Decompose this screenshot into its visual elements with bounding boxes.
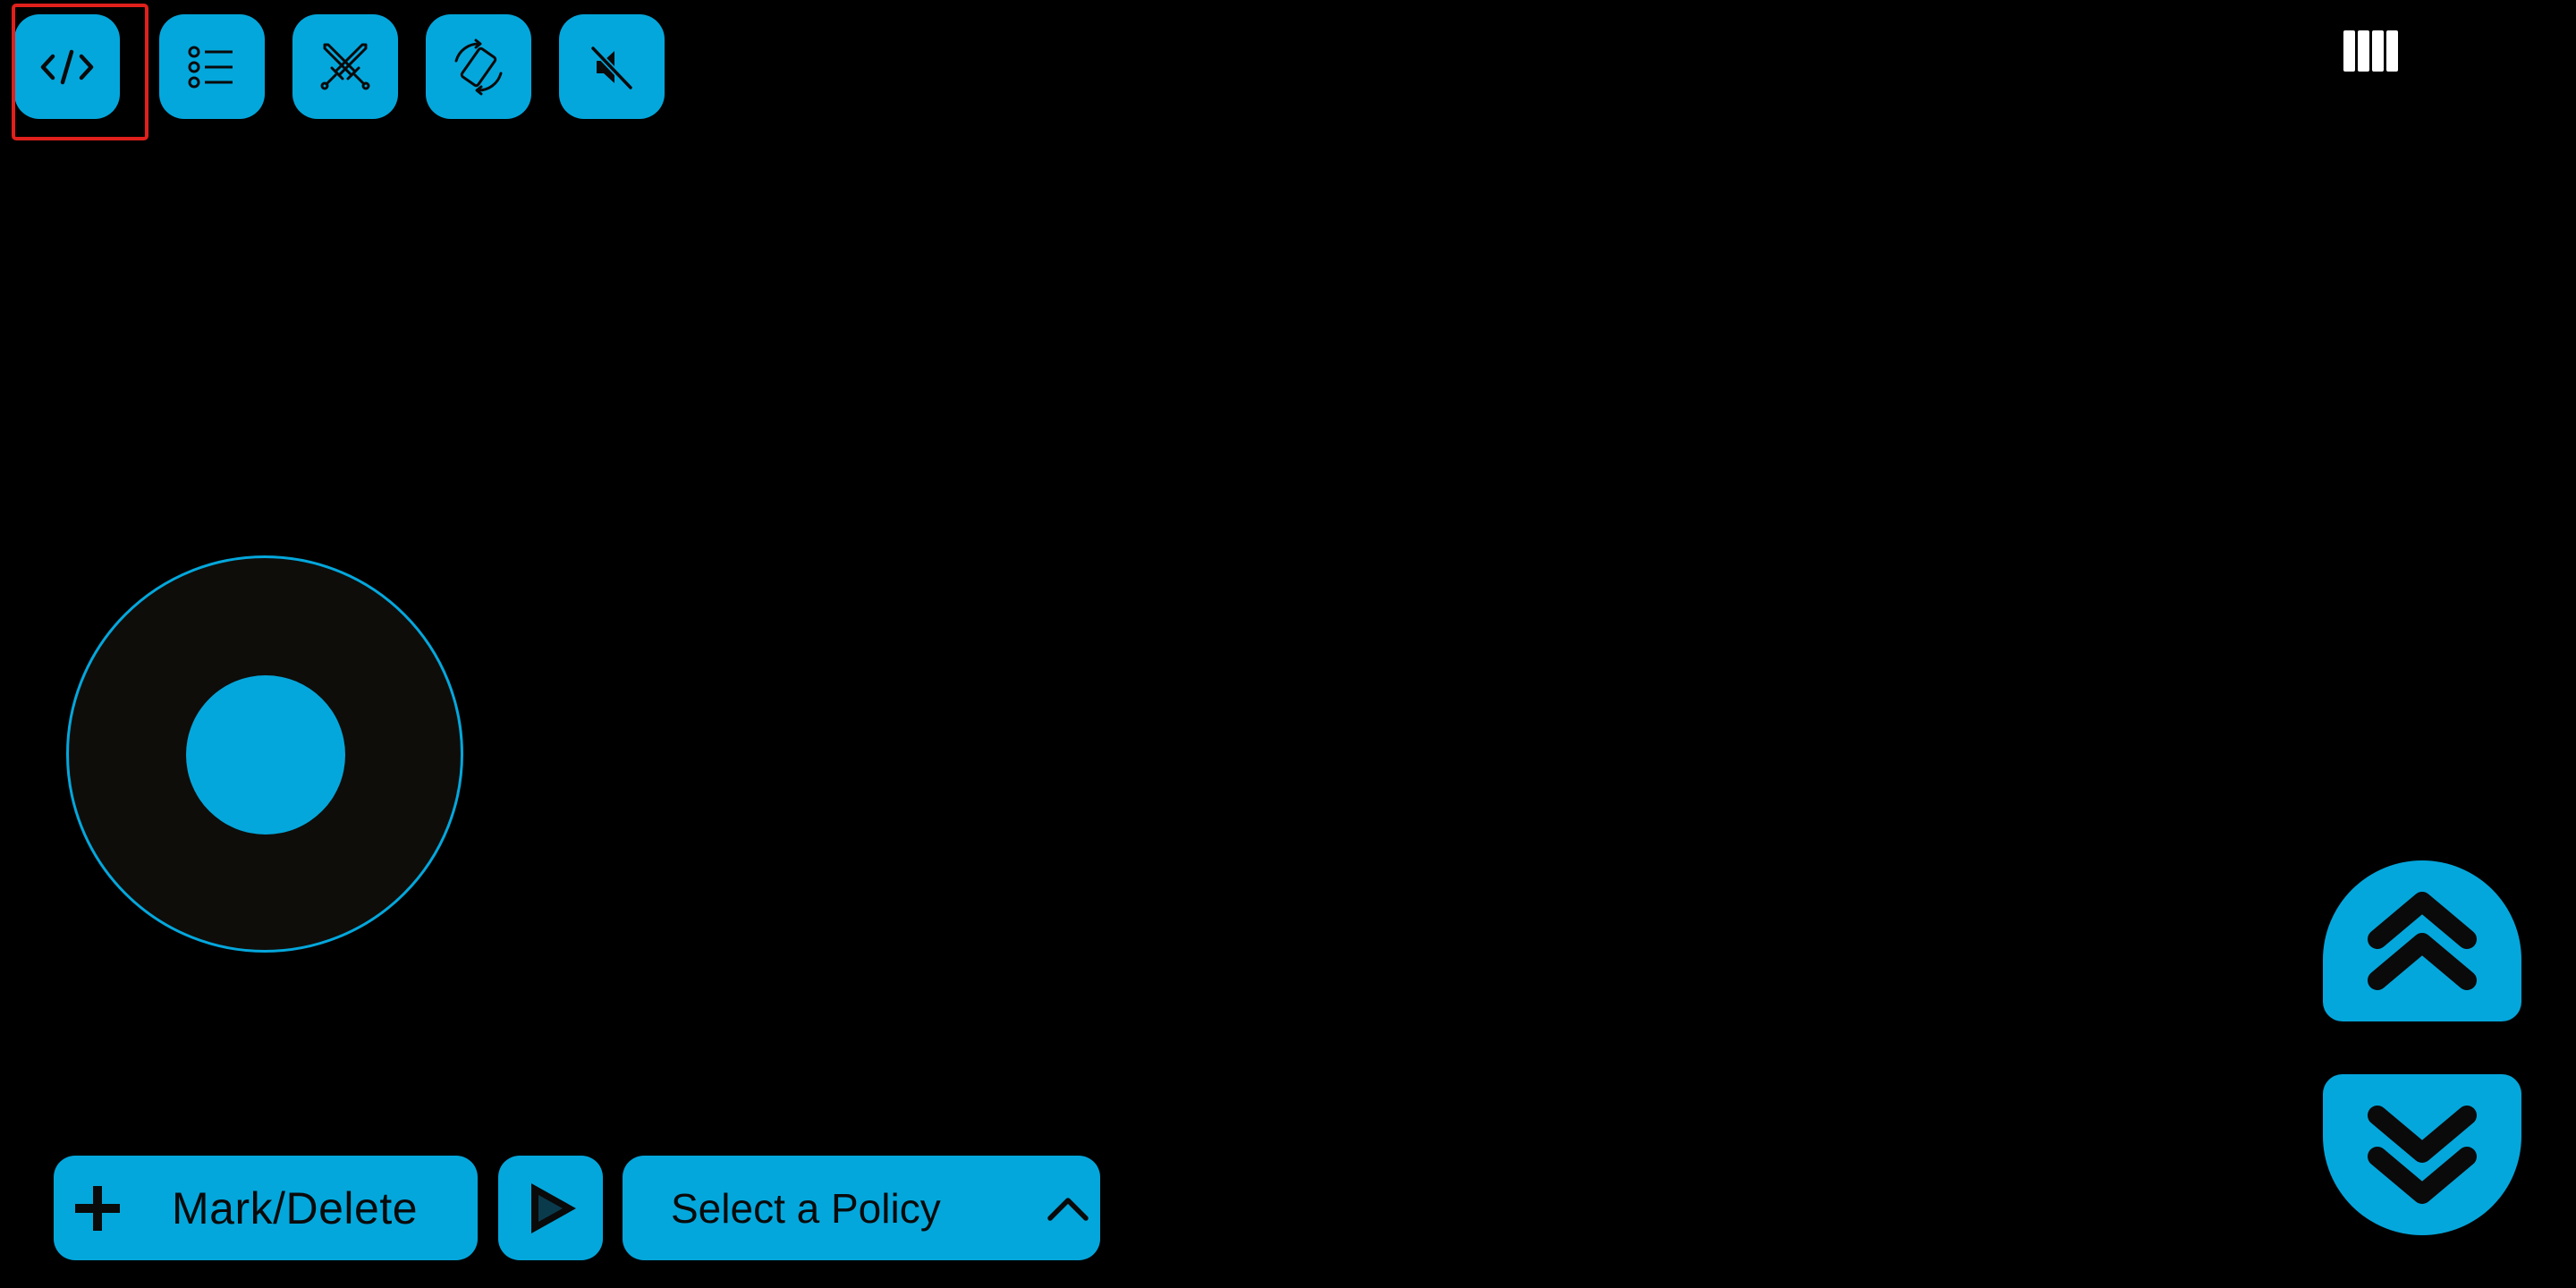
mark-delete-label: Mark/Delete	[172, 1182, 419, 1233]
rotate-screen-button[interactable]	[426, 14, 531, 119]
play-icon	[530, 1182, 576, 1233]
volume-mute-icon	[590, 46, 633, 89]
move-down-button[interactable]	[2323, 1074, 2521, 1235]
sound-toggle-button[interactable]	[559, 14, 665, 119]
move-up-button[interactable]	[2323, 860, 2521, 1021]
mark-delete-button[interactable]: Mark/Delete	[54, 1156, 478, 1260]
battle-button[interactable]	[292, 14, 398, 119]
control-screen: Mark/Delete Select a Policy	[0, 0, 2576, 1288]
screen-rotate-icon	[454, 38, 503, 95]
play-button[interactable]	[498, 1156, 603, 1260]
code-button[interactable]	[14, 14, 120, 119]
crossed-swords-icon	[320, 43, 370, 89]
policy-select[interactable]: Select a Policy	[623, 1156, 1100, 1260]
double-chevron-up-icon	[2368, 892, 2477, 990]
list-icon	[188, 46, 233, 88]
battery-full-icon	[2343, 30, 2398, 72]
list-button[interactable]	[159, 14, 265, 119]
chevron-up-icon	[1047, 1198, 1089, 1221]
policy-select-value: Select a Policy	[671, 1184, 941, 1232]
joystick-knob[interactable]	[186, 675, 345, 835]
plus-icon	[75, 1185, 120, 1231]
code-icon	[40, 49, 94, 84]
double-chevron-down-icon	[2368, 1106, 2477, 1204]
